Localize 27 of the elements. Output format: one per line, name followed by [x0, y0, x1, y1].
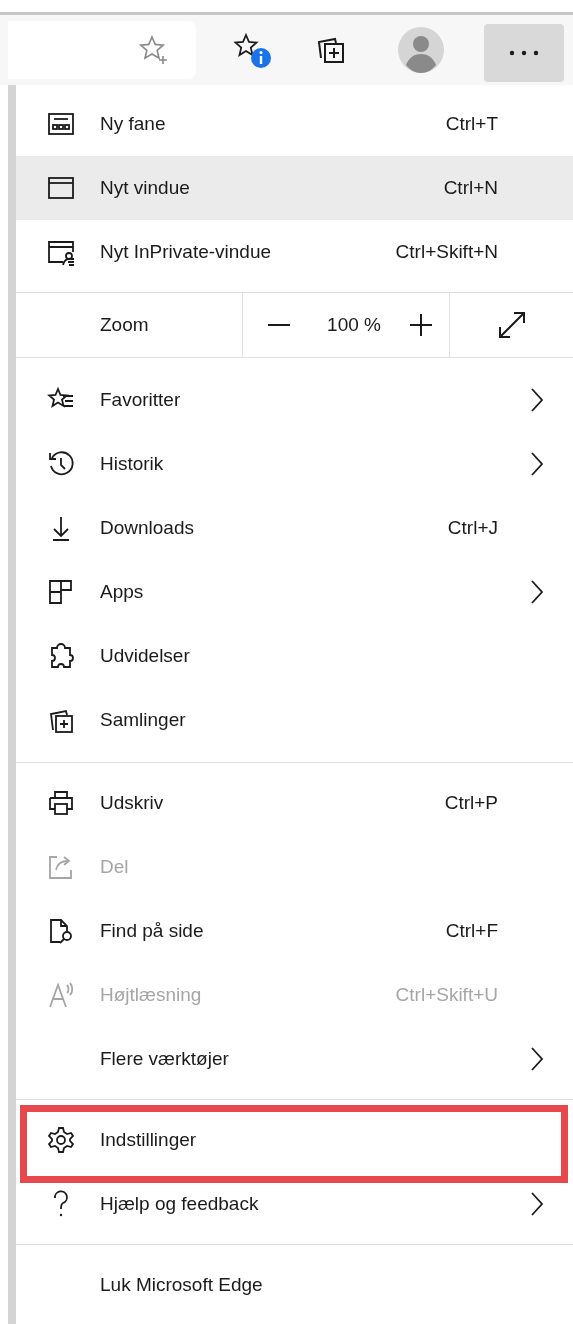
menu-item[interactable]: Nyt vindue Ctrl+N	[16, 156, 573, 220]
printer-icon	[47, 789, 75, 817]
share-icon	[47, 853, 75, 881]
profile-icon[interactable]	[398, 27, 444, 73]
favorites-icon[interactable]	[232, 31, 274, 69]
new-tab-icon	[47, 110, 75, 138]
window-icon	[47, 174, 75, 202]
shortcut-label: Ctrl+P	[444, 790, 498, 815]
history-icon	[47, 450, 75, 478]
zoom-label: Zoom	[100, 312, 150, 337]
apps-icon	[47, 578, 75, 606]
settings-icon	[47, 1126, 75, 1154]
shortcut-label: Ctrl+F	[445, 918, 498, 943]
more-icon	[509, 50, 539, 56]
shortcut-label: Ctrl+J	[447, 515, 498, 540]
add-favorite-icon[interactable]	[138, 34, 170, 66]
read-aloud-icon	[47, 981, 75, 1009]
shortcut-label: Ctrl+Skift+N	[395, 239, 498, 264]
shortcut-label: Ctrl+T	[445, 111, 498, 136]
find-in-page-icon	[47, 917, 75, 945]
zoom-level: 100 %	[326, 312, 382, 337]
plus-icon	[410, 314, 432, 336]
shortcut-label: Ctrl+N	[443, 175, 498, 200]
fullscreen-icon	[496, 310, 527, 340]
private-window-icon	[47, 238, 75, 266]
minus-icon	[268, 324, 290, 326]
shortcut-label: Ctrl+Skift+U	[395, 982, 498, 1007]
